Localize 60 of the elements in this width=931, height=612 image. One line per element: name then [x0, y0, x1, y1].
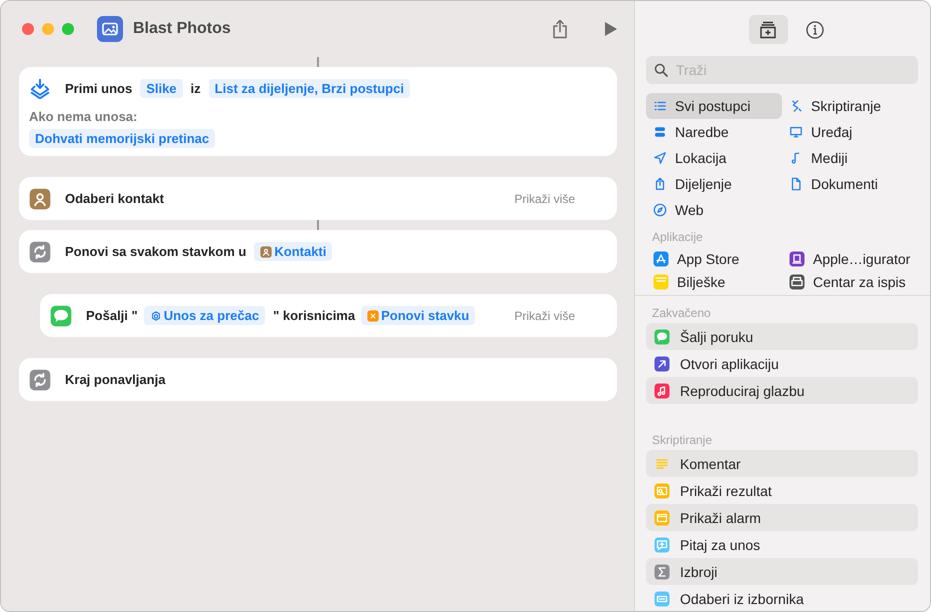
category-item[interactable]: Mediji — [782, 145, 918, 171]
action-text: Primi unos — [65, 80, 132, 96]
action-item[interactable]: Prikaži alarm — [646, 504, 918, 531]
app-item[interactable]: Apple…igurator — [782, 247, 918, 270]
action-item[interactable]: Odaberi iz izbornika — [646, 585, 918, 611]
action-text: Odaberi kontakt — [65, 191, 164, 206]
document-icon — [789, 177, 803, 191]
toggle-icon — [653, 125, 667, 139]
category-item[interactable]: Web — [646, 197, 782, 223]
action-card[interactable]: Kraj ponavljanja — [19, 358, 617, 401]
close-window-button[interactable] — [22, 23, 34, 35]
category-item[interactable]: Naredbe — [646, 119, 782, 145]
action-card[interactable]: Pošalji " Unos za prečac " korisnicima Ponovi stavku Prikaži više — [40, 294, 617, 337]
action-item[interactable]: Prikaži rezultat — [646, 477, 918, 504]
share-icon[interactable] — [551, 19, 569, 39]
search-icon — [654, 63, 668, 77]
tray-plus-icon — [758, 20, 778, 40]
action-text: Pošalji " — [86, 308, 138, 323]
share-icon — [653, 177, 667, 191]
play-icon[interactable] — [604, 21, 618, 37]
monitor-icon — [789, 125, 803, 139]
location-arrow-icon — [653, 151, 667, 165]
app-item[interactable]: Bilješke — [646, 270, 782, 293]
section-header: Skriptiranje — [651, 432, 714, 449]
action-item[interactable]: Pitaj za unos — [646, 531, 918, 558]
action-item[interactable]: Šalji poruku — [646, 323, 918, 350]
action-text: iz — [190, 80, 201, 96]
list-icon — [653, 99, 667, 113]
app-item[interactable]: App Store — [646, 247, 782, 270]
variable-token[interactable]: Kontakti — [254, 242, 332, 261]
section-header: Aplikacije — [651, 229, 704, 246]
app-item[interactable]: Centar za ispis — [782, 270, 918, 293]
action-text: Kraj ponavljanja — [65, 372, 166, 387]
info-icon — [805, 20, 825, 40]
action-card[interactable]: Odaberi kontakt Prikaži više — [19, 177, 617, 220]
category-item[interactable]: Dijeljenje — [646, 171, 782, 197]
section-header: Zakvačeno — [651, 305, 712, 322]
window-title: Blast Photos — [133, 20, 231, 38]
variable-token[interactable]: Unos za prečac — [144, 306, 266, 325]
category-item[interactable]: Lokacija — [646, 145, 782, 171]
fallback-label: Ako nema unosa: — [29, 109, 138, 124]
action-card[interactable]: Ponovi sa svakom stavkom u Kontakti — [19, 230, 617, 273]
category-item[interactable]: Skriptiranje — [782, 93, 918, 119]
action-item[interactable]: Reproduciraj glazbu — [646, 377, 918, 404]
action-item[interactable]: Komentar — [646, 450, 918, 477]
variable-token[interactable]: Ponovi stavku — [361, 306, 476, 325]
action-text: " korisnicima — [273, 308, 356, 323]
category-item[interactable]: Uređaj — [782, 119, 918, 145]
photo-icon — [97, 16, 123, 42]
compass-icon — [653, 203, 667, 217]
variable-token[interactable]: Slike — [140, 78, 183, 98]
action-text: Ponovi sa svakom stavkom u — [65, 244, 246, 259]
variable-token[interactable]: Dohvati memorijski pretinac — [29, 129, 216, 148]
variable-token[interactable]: List za dijeljenje, Brzi postupci — [208, 78, 410, 98]
action-item[interactable]: Otvori aplikaciju — [646, 350, 918, 377]
action-card[interactable]: Primi unos Slike iz List za dijeljenje, Brzi postupci Ako nema unosa: Dohvati memorijski pretinac — [19, 67, 617, 156]
action-item[interactable]: Izbroji — [646, 558, 918, 585]
category-item[interactable]: Svi postupci — [646, 93, 782, 119]
category-item[interactable]: Dokumenti — [782, 171, 918, 197]
action-library-tab[interactable] — [748, 15, 788, 44]
